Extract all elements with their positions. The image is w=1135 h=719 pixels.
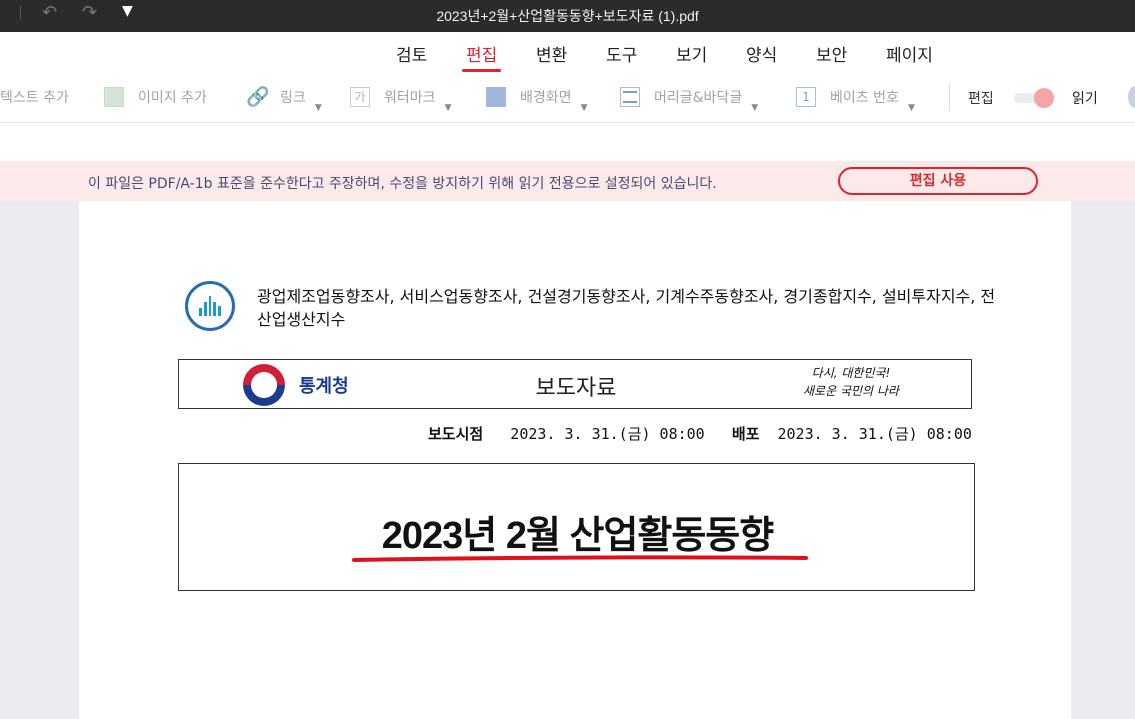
link-label: 링크 (280, 90, 306, 106)
background-label: 배경화면 (520, 90, 572, 106)
survey-list: 광업제조업동향조사, 서비스업동향조사, 건설경기동향조사, 기계수주동향조사,… (257, 287, 996, 329)
enable-editing-button[interactable]: 편집 사용 (838, 167, 1038, 195)
menu-page[interactable]: 페이지 (886, 41, 933, 66)
menu-security[interactable]: 보안 (816, 41, 847, 66)
window-title: 2023년+2월+산업활동동향+보도자료 (1).pdf (436, 8, 699, 24)
bates-label: 베이츠 번호 (830, 90, 899, 106)
distribution-label: 배포 (731, 425, 760, 443)
edit-toolbar: 텍스트 추가 이미지 추가 🔗 링크 ▼ 가 워터마크 ▼ 배경화면 ▼ 머리글&바닥… (0, 72, 1135, 123)
menu-view[interactable]: 보기 (676, 41, 707, 66)
chevron-down-icon: ▼ (314, 103, 322, 113)
header-footer-label-wrap: 머리글&바닥글 ▼ (654, 87, 758, 113)
background-button[interactable]: 배경화면 ▼ (486, 86, 588, 113)
menu-convert[interactable]: 변환 (536, 41, 567, 66)
bates-number-icon: 1 (796, 87, 816, 107)
pdf-page: 광업제조업동향조사, 서비스업동향조사, 건설경기동향조사, 기계수주동향조사,… (79, 201, 1071, 719)
overflow-icon[interactable] (1128, 86, 1135, 108)
link-button[interactable]: 🔗 링크 ▼ (246, 86, 322, 113)
notice-message: 이 파일은 PDF/A-1b 표준을 준수한다고 주장하며, 수정을 방지하기 … (88, 176, 717, 192)
toggle-knob (1034, 88, 1054, 108)
bates-number-button[interactable]: 1 베이츠 번호 ▼ (796, 86, 915, 113)
add-text-button[interactable]: 텍스트 추가 (0, 86, 69, 108)
release-time: 2023. 3. 31.(금) 08:00 (510, 425, 705, 443)
edit-mode-label: 편집 (968, 91, 994, 107)
menu-review[interactable]: 검토 (396, 41, 427, 66)
slogan-line-1: 다시, 대한민국! (811, 366, 891, 380)
press-header-box: 통계청 보도자료 다시, 대한민국! 새로운 국민의 나라 (178, 359, 972, 409)
chevron-down-icon: ▼ (907, 103, 915, 113)
emblem-bars (199, 296, 221, 316)
bates-label-wrap: 베이츠 번호 ▼ (830, 87, 915, 113)
secondary-toolbar-area (0, 123, 1135, 161)
watermark-label: 워터마크 (384, 90, 436, 106)
add-text-label: 텍스트 추가 (0, 90, 69, 106)
menu-tools[interactable]: 도구 (606, 41, 637, 66)
watermark-button[interactable]: 가 워터마크 ▼ (350, 86, 452, 113)
link-icon: 🔗 (246, 86, 270, 108)
menu-edit[interactable]: 편집 (462, 41, 502, 72)
read-mode-label: 읽기 (1072, 91, 1098, 107)
chevron-down-icon: ▼ (444, 103, 452, 113)
menu-edit-label: 편집 (466, 46, 498, 66)
main-title: 2023년 2월 산업활동동향 (381, 515, 774, 557)
header-footer-button[interactable]: 머리글&바닥글 ▼ (620, 86, 758, 113)
header-footer-icon (620, 87, 640, 107)
release-dates: 보도시점 2023. 3. 31.(금) 08:00 배포 2023. 3. 3… (428, 423, 972, 444)
add-image-label: 이미지 추가 (138, 90, 207, 106)
red-underline-annotation (352, 555, 808, 562)
chevron-down-icon: ▼ (751, 103, 759, 113)
readonly-notice-bar: 이 파일은 PDF/A-1b 표준을 준수한다고 주장하며, 수정을 방지하기 … (0, 161, 1135, 201)
image-icon (104, 87, 124, 107)
edit-read-toggle[interactable] (1014, 88, 1056, 108)
title-bar: ↶ ↷ ▼ 2023년+2월+산업활동동향+보도자료 (1).pdf (0, 0, 1135, 32)
slogan-line-2: 새로운 국민의 나라 (803, 384, 899, 398)
menu-form[interactable]: 양식 (746, 41, 777, 66)
statistics-emblem-logo (185, 281, 235, 331)
watermark-icon: 가 (350, 87, 370, 107)
link-label-wrap: 링크 ▼ (280, 87, 322, 113)
release-label: 보도시점 (428, 425, 484, 443)
main-title-box: 2023년 2월 산업활동동향 (178, 463, 975, 591)
chevron-down-icon: ▼ (580, 103, 588, 113)
toolbar-divider (949, 83, 950, 111)
header-footer-label: 머리글&바닥글 (654, 90, 743, 106)
watermark-label-wrap: 워터마크 ▼ (384, 87, 452, 113)
menu-bar: 검토 편집 변환 도구 보기 양식 보안 페이지 (0, 32, 1135, 72)
slogan: 다시, 대한민국! 새로운 국민의 나라 (785, 364, 917, 406)
background-icon (486, 87, 506, 107)
distribution-time: 2023. 3. 31.(금) 08:00 (777, 425, 972, 443)
background-label-wrap: 배경화면 ▼ (520, 87, 588, 113)
add-image-button[interactable]: 이미지 추가 (104, 86, 207, 108)
